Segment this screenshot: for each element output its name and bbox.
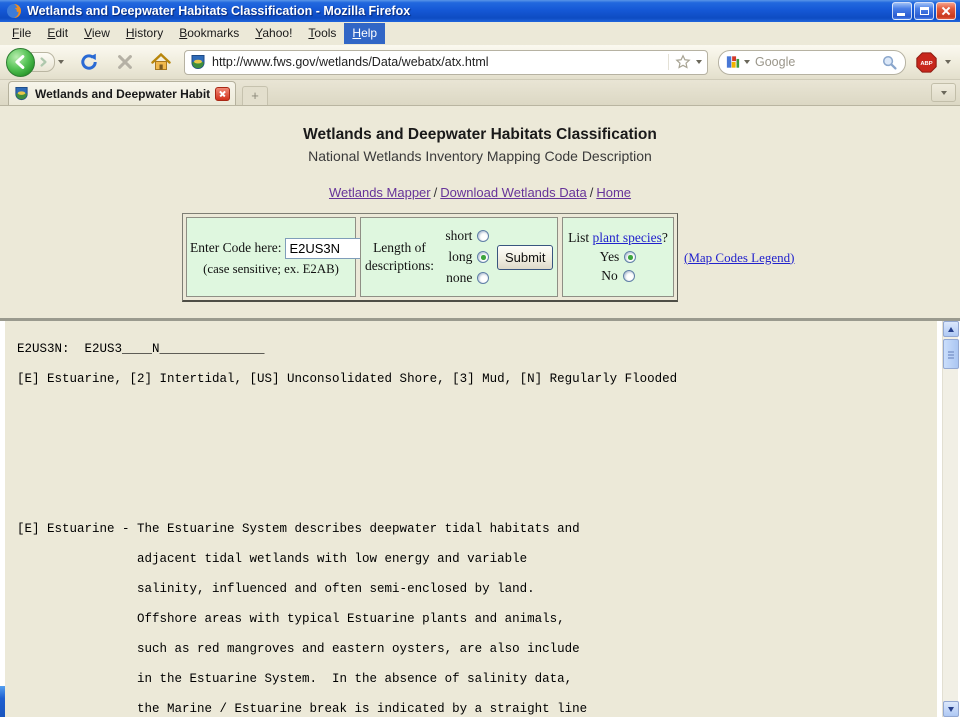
- search-box[interactable]: Google: [718, 50, 906, 75]
- link-map-codes-legend[interactable]: (Map Codes Legend): [684, 250, 794, 266]
- code-entry-panel: Enter Code here: (case sensitive; ex. E2…: [186, 217, 356, 297]
- radio-none[interactable]: [477, 272, 489, 284]
- results-frame: E2US3N: E2US3____N______________ [E] Est…: [0, 318, 960, 717]
- scroll-up-button[interactable]: [943, 321, 959, 337]
- adblock-icon[interactable]: ABP: [916, 52, 937, 73]
- length-option-short[interactable]: short: [434, 228, 489, 244]
- reload-button[interactable]: [78, 51, 100, 73]
- species-option-no[interactable]: No: [601, 268, 635, 284]
- menu-item-yahoo[interactable]: Yahoo!: [247, 23, 300, 44]
- species-option-yes[interactable]: Yes: [600, 249, 637, 265]
- svg-text:ABP: ABP: [920, 61, 932, 67]
- results-text: E2US3N: E2US3____N______________ [E] Est…: [5, 321, 937, 717]
- home-button[interactable]: [150, 51, 172, 73]
- bookmark-cluster: [668, 54, 702, 70]
- menu-item-view[interactable]: View: [76, 23, 118, 44]
- menu-item-bookmarks[interactable]: Bookmarks: [171, 23, 247, 44]
- tab-list-button[interactable]: [931, 83, 956, 102]
- species-question: List plant species?: [568, 230, 668, 246]
- back-forward-cluster: [6, 48, 64, 77]
- links-separator: /: [431, 185, 441, 200]
- new-tab-button[interactable]: +: [242, 86, 268, 105]
- tab-favicon-icon: [14, 86, 30, 102]
- radio-long[interactable]: [477, 251, 489, 263]
- search-engine-icon[interactable]: [726, 55, 740, 69]
- code-hint: (case sensitive; ex. E2AB): [190, 262, 352, 277]
- page-nav-links: Wetlands Mapper/Download Wetlands Data/H…: [0, 185, 960, 200]
- scrollbar-thumb[interactable]: [943, 339, 959, 369]
- results-body: E2US3N: E2US3____N______________ [E] Est…: [5, 321, 937, 717]
- link-home[interactable]: Home: [596, 185, 631, 200]
- link-wetlands-mapper[interactable]: Wetlands Mapper: [329, 185, 431, 200]
- minimize-button[interactable]: [892, 2, 912, 20]
- plant-species-panel: List plant species? Yes No: [562, 217, 674, 297]
- tab-close-button[interactable]: [215, 87, 230, 101]
- length-option-long[interactable]: long: [434, 249, 489, 265]
- url-input[interactable]: http://www.fws.gov/wetlands/Data/webatx/…: [212, 55, 668, 69]
- page-content: Wetlands and Deepwater Habitats Classifi…: [0, 106, 960, 717]
- search-input[interactable]: Google: [755, 55, 881, 69]
- tab-bar: Wetlands and Deepwater Habitat... +: [0, 80, 960, 106]
- search-engine-dropdown-caret[interactable]: [744, 60, 750, 64]
- navigation-toolbar: http://www.fws.gov/wetlands/Data/webatx/…: [0, 45, 960, 80]
- tab-title: Wetlands and Deepwater Habitat...: [35, 87, 210, 101]
- results-scrollbar[interactable]: [942, 321, 958, 717]
- page-title: Wetlands and Deepwater Habitats Classifi…: [0, 126, 960, 144]
- code-form: Enter Code here: (case sensitive; ex. E2…: [182, 213, 960, 302]
- background-window-edge: [0, 686, 5, 717]
- code-entry-label: Enter Code here:: [190, 240, 281, 256]
- firefox-window: Wetlands and Deepwater Habitats Classifi…: [0, 0, 960, 717]
- bookmark-dropdown-caret[interactable]: [696, 60, 702, 64]
- toolbar-overflow-caret[interactable]: [945, 60, 951, 64]
- submit-button[interactable]: Submit: [497, 245, 553, 270]
- close-button[interactable]: [936, 2, 956, 20]
- menu-bar: File Edit View History Bookmarks Yahoo! …: [0, 22, 960, 45]
- window-title: Wetlands and Deepwater Habitats Classifi…: [27, 4, 410, 18]
- firefox-icon: [6, 3, 22, 19]
- menu-item-history[interactable]: History: [118, 23, 171, 44]
- search-icon[interactable]: [881, 54, 898, 71]
- length-label: Length of descriptions:: [365, 239, 434, 275]
- history-dropdown-caret[interactable]: [58, 60, 64, 64]
- title-bar[interactable]: Wetlands and Deepwater Habitats Classifi…: [0, 0, 960, 22]
- radio-short[interactable]: [477, 230, 489, 242]
- menu-item-help[interactable]: Help: [344, 23, 385, 44]
- menu-item-file[interactable]: File: [4, 23, 39, 44]
- tab-wetlands[interactable]: Wetlands and Deepwater Habitat...: [8, 81, 236, 105]
- page-subtitle: National Wetlands Inventory Mapping Code…: [0, 148, 960, 164]
- bookmark-star-icon[interactable]: [675, 54, 691, 70]
- length-option-none[interactable]: none: [434, 270, 489, 286]
- link-plant-species[interactable]: plant species: [593, 230, 662, 245]
- menu-item-tools[interactable]: Tools: [300, 23, 344, 44]
- links-separator: /: [587, 185, 597, 200]
- restore-button[interactable]: [914, 2, 934, 20]
- description-length-panel: Length of descriptions: short long: [360, 217, 558, 297]
- radio-no[interactable]: [623, 270, 635, 282]
- url-bar[interactable]: http://www.fws.gov/wetlands/Data/webatx/…: [184, 50, 708, 75]
- form-outer-frame: Enter Code here: (case sensitive; ex. E2…: [182, 213, 678, 302]
- window-controls: [892, 2, 956, 20]
- radio-yes[interactable]: [624, 251, 636, 263]
- length-options: short long none: [434, 228, 489, 286]
- code-input[interactable]: [285, 238, 363, 259]
- menu-item-edit[interactable]: Edit: [39, 23, 76, 44]
- stop-button[interactable]: [114, 51, 136, 73]
- site-favicon-icon: [190, 54, 206, 70]
- back-button[interactable]: [6, 48, 35, 77]
- link-download-wetlands-data[interactable]: Download Wetlands Data: [440, 185, 586, 200]
- scroll-down-button[interactable]: [943, 701, 959, 717]
